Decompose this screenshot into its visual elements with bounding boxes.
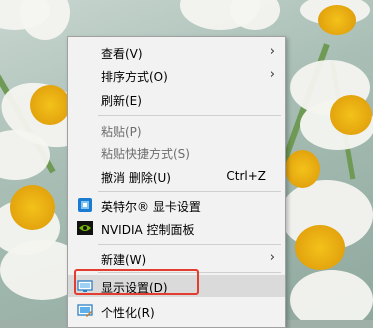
intel-graphics-icon	[77, 197, 93, 213]
menu-item-label: 刷新(E)	[101, 94, 142, 108]
menu-item-paste-shortcut[interactable]: 粘贴快捷方式(S)	[68, 141, 285, 163]
menu-item-personalize[interactable]: 个性化(R)	[68, 300, 285, 322]
menu-separator	[98, 244, 281, 245]
menu-item-label: 查看(V)	[101, 47, 143, 61]
desktop-context-menu: 查看(V) › 排序方式(O) › 刷新(E) 粘贴(P) 粘贴快捷方式(S) …	[67, 36, 286, 328]
chevron-right-icon: ›	[269, 250, 275, 265]
nvidia-icon	[77, 220, 93, 236]
menu-item-shortcut: Ctrl+Z	[226, 169, 266, 183]
menu-item-label: 个性化(R)	[101, 306, 155, 320]
menu-item-new[interactable]: 新建(W) ›	[68, 247, 285, 269]
menu-item-label: 排序方式(O)	[101, 70, 168, 84]
menu-item-undo-delete[interactable]: 撤消 删除(U) Ctrl+Z	[68, 165, 285, 187]
menu-item-label: 撤消 删除(U)	[101, 171, 171, 185]
menu-item-paste[interactable]: 粘贴(P)	[68, 119, 285, 141]
menu-item-label: 新建(W)	[101, 253, 147, 267]
menu-separator	[98, 191, 281, 192]
personalize-icon	[77, 303, 93, 319]
highlight-box	[74, 269, 199, 295]
menu-item-label: 粘贴快捷方式(S)	[101, 147, 190, 161]
chevron-right-icon: ›	[269, 44, 275, 59]
menu-item-sort-by[interactable]: 排序方式(O) ›	[68, 64, 285, 86]
chevron-right-icon: ›	[269, 67, 275, 82]
menu-item-label: 粘贴(P)	[101, 125, 142, 139]
menu-item-label: 英特尔® 显卡设置	[101, 200, 201, 214]
menu-item-label: NVIDIA 控制面板	[101, 223, 195, 237]
menu-item-refresh[interactable]: 刷新(E)	[68, 88, 285, 110]
menu-item-view[interactable]: 查看(V) ›	[68, 41, 285, 63]
menu-separator	[98, 115, 281, 116]
menu-item-intel-graphics[interactable]: 英特尔® 显卡设置	[68, 194, 285, 216]
menu-item-nvidia-control-panel[interactable]: NVIDIA 控制面板	[68, 217, 285, 239]
